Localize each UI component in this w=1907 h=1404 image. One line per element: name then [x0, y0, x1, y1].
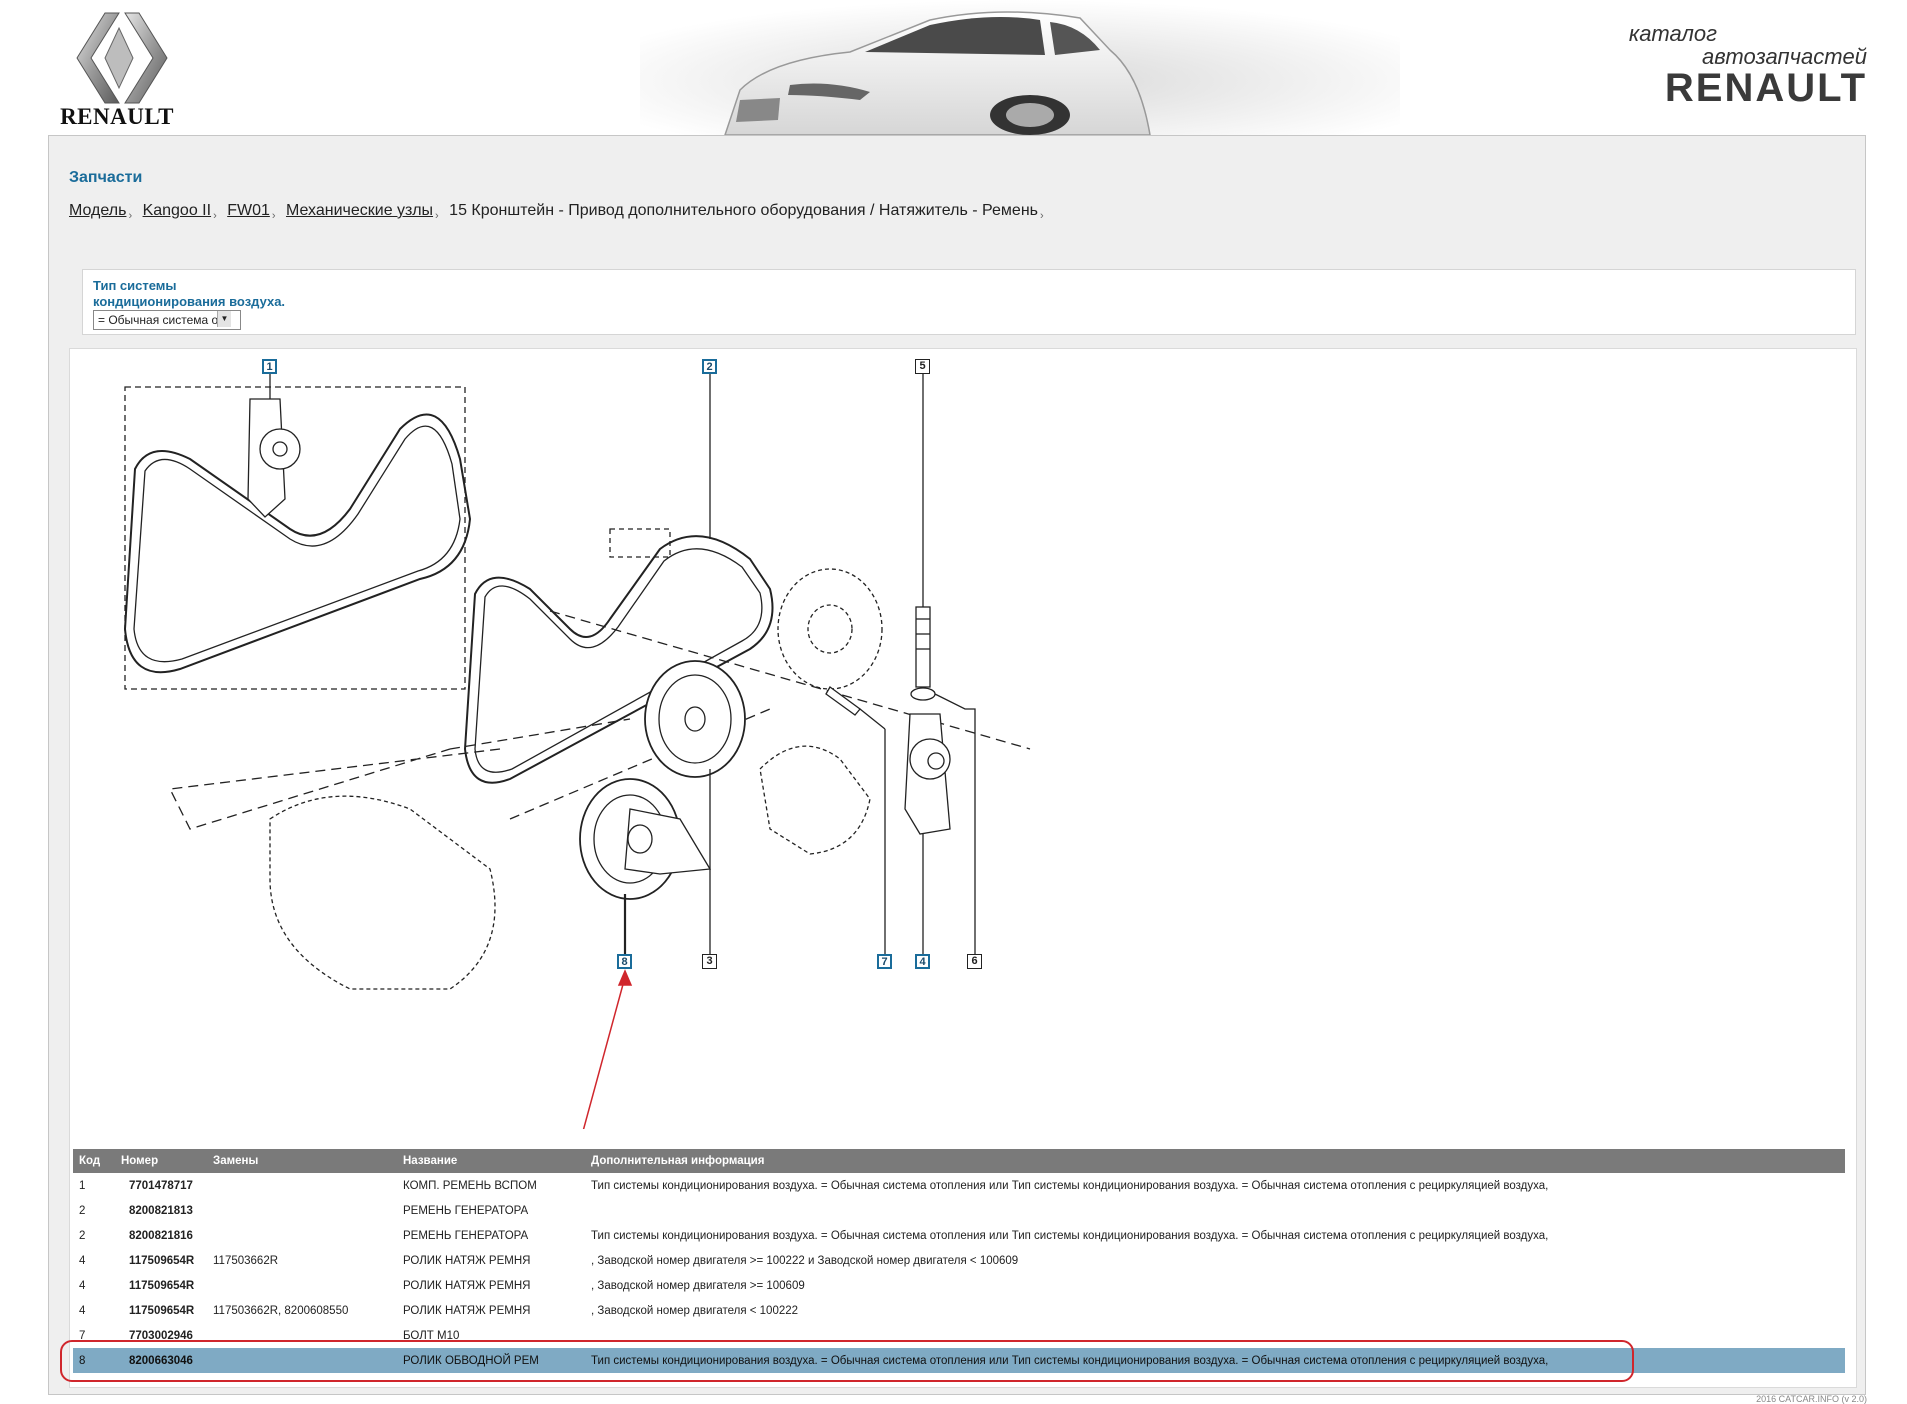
table-row[interactable]: 4 117509654R РОЛИК НАТЯЖ РЕМНЯ , Заводск… — [73, 1273, 1845, 1298]
main-panel: Запчасти Модель › Kangoo II › FW01 › Механи… — [48, 135, 1866, 1395]
breadcrumb-separator: › — [128, 210, 133, 222]
callout-3[interactable]: 3 — [702, 954, 717, 969]
cell-replacements[interactable]: 117503662R — [207, 1248, 397, 1273]
header-name[interactable]: Название — [397, 1149, 585, 1173]
footer-credit: 2016 CATCAR.INFO (v 2.0) — [1756, 1394, 1867, 1404]
breadcrumb-fw01[interactable]: FW01 — [227, 202, 270, 219]
table-row[interactable]: 2 8200821816 РЕМЕНЬ ГЕНЕРАТОРА Тип систе… — [73, 1223, 1845, 1248]
parts-diagram — [123, 367, 1031, 1129]
cell-number[interactable]: 7701478717 — [115, 1173, 207, 1198]
callout-2[interactable]: 2 — [702, 359, 717, 374]
cell-info: , Заводской номер двигателя >= 100222 и … — [591, 1254, 1019, 1267]
cell-code: 7 — [79, 1329, 86, 1342]
cell-name: РОЛИК НАТЯЖ РЕМНЯ — [403, 1279, 531, 1292]
cell-name: РОЛИК НАТЯЖ РЕМНЯ — [403, 1254, 531, 1267]
cell-number[interactable]: 117509654R — [115, 1273, 207, 1298]
breadcrumb-model[interactable]: Модель — [69, 202, 126, 219]
breadcrumb-kangoo[interactable]: Kangoo II — [143, 202, 212, 219]
cell-replacements[interactable]: 117503662R, 8200608550 — [207, 1298, 397, 1323]
filter-label-line1: Тип системы — [93, 278, 177, 293]
table-row[interactable]: 7 7703002946 БОЛТ M10 — [73, 1323, 1845, 1348]
catalog-line1: каталог — [1628, 21, 1717, 46]
cell-replacements — [207, 1223, 397, 1248]
table-header-row: Код Номер Замены Название Дополнительная… — [73, 1149, 1845, 1173]
catalog-title: каталог автозапчастей RENAULT — [1628, 21, 1867, 110]
cell-replacements — [207, 1273, 397, 1298]
cell-code: 1 — [79, 1179, 86, 1192]
table-row[interactable]: 4 117509654R 117503662R, 8200608550 РОЛИ… — [73, 1298, 1845, 1323]
breadcrumb-current: 15 Кронштейн - Привод дополнительного об… — [449, 202, 1038, 219]
catalog-line2: автозапчастей — [1701, 44, 1867, 69]
table-row[interactable]: 2 8200821813 РЕМЕНЬ ГЕНЕРАТОРА — [73, 1198, 1845, 1223]
cell-name: РЕМЕНЬ ГЕНЕРАТОРА — [403, 1229, 529, 1242]
content-panel: 1 2 5 8 3 7 4 6 Код Номер Замены Названи… — [69, 348, 1857, 1388]
parts-table: Код Номер Замены Название Дополнительная… — [73, 1149, 1845, 1373]
cell-replacements — [207, 1173, 397, 1198]
section-title: Запчасти — [69, 169, 143, 186]
cell-replacements — [207, 1348, 397, 1373]
filter-label: Тип системы кондиционирования воздуха. — [93, 278, 353, 310]
header: RENAULT каталог автозапчастей RENAULT — [0, 0, 1907, 135]
table-row[interactable]: 4 117509654R 117503662R РОЛИК НАТЯЖ РЕМН… — [73, 1248, 1845, 1273]
cell-number[interactable]: 8200663046 — [115, 1348, 207, 1373]
callout-4[interactable]: 4 — [915, 954, 930, 969]
cell-info: Тип системы кондиционирования воздуха. =… — [591, 1229, 1549, 1242]
callout-6[interactable]: 6 — [967, 954, 982, 969]
cell-code: 4 — [79, 1304, 86, 1317]
cell-code: 4 — [79, 1254, 86, 1267]
callout-7[interactable]: 7 — [877, 954, 892, 969]
cell-replacements — [207, 1323, 397, 1348]
cell-code: 2 — [79, 1204, 86, 1217]
callout-1[interactable]: 1 — [262, 359, 277, 374]
cell-info — [585, 1198, 1845, 1223]
cell-code: 2 — [79, 1229, 86, 1242]
cell-code: 4 — [79, 1279, 86, 1292]
cell-name: РОЛИК НАТЯЖ РЕМНЯ — [403, 1304, 531, 1317]
cell-number[interactable]: 8200821816 — [115, 1223, 207, 1248]
cell-name: КОМП. РЕМЕНЬ ВСПОМ — [403, 1179, 537, 1192]
filter-label-line2: кондиционирования воздуха. — [93, 294, 286, 309]
header-code[interactable]: Код — [73, 1149, 115, 1173]
breadcrumb-separator: › — [435, 210, 439, 222]
breadcrumb-separator: › — [1039, 210, 1044, 222]
cell-number[interactable]: 7703002946 — [115, 1323, 207, 1348]
cell-number[interactable]: 117509654R — [115, 1298, 207, 1323]
breadcrumb-separator: › — [213, 210, 217, 222]
filter-panel: Тип системы кондиционирования воздуха. =… — [82, 269, 1856, 335]
table-row-selected[interactable]: 8 8200663046 РОЛИК ОБВОДНОЙ РЕМ Тип сист… — [73, 1348, 1845, 1373]
header-number[interactable]: Номер — [115, 1149, 207, 1173]
cell-info — [585, 1323, 1845, 1348]
chevron-down-icon[interactable]: ▼ — [217, 311, 231, 327]
car-banner-image — [640, 0, 1400, 135]
cell-info: Тип системы кондиционирования воздуха. =… — [585, 1348, 1845, 1373]
cell-code: 8 — [73, 1348, 115, 1373]
cell-number[interactable]: 8200821813 — [115, 1198, 207, 1223]
callout-8[interactable]: 8 — [617, 954, 632, 969]
catalog-brand: RENAULT — [1664, 66, 1867, 110]
cell-number[interactable]: 117509654R — [115, 1248, 207, 1273]
cell-name: РОЛИК ОБВОДНОЙ РЕМ — [397, 1348, 585, 1373]
breadcrumb-mechanical[interactable]: Механические узлы — [286, 202, 433, 219]
cell-info: , Заводской номер двигателя < 100222 — [591, 1304, 799, 1317]
header-replacements[interactable]: Замены — [207, 1149, 397, 1173]
cell-name: БОЛТ M10 — [403, 1329, 460, 1342]
cell-info: , Заводской номер двигателя >= 100609 — [591, 1279, 805, 1292]
cell-name: РЕМЕНЬ ГЕНЕРАТОРА — [403, 1204, 529, 1217]
header-info[interactable]: Дополнительная информация — [585, 1149, 1845, 1173]
cell-replacements — [207, 1198, 397, 1223]
cell-info: Тип системы кондиционирования воздуха. =… — [591, 1179, 1549, 1192]
renault-logo-text: RENAULT — [60, 104, 174, 129]
table-row[interactable]: 1 7701478717 КОМП. РЕМЕНЬ ВСПОМ Тип сист… — [73, 1173, 1845, 1198]
breadcrumb-separator: › — [271, 210, 276, 222]
callout-5[interactable]: 5 — [915, 359, 930, 374]
breadcrumb: Модель › Kangoo II › FW01 › Механические уз… — [69, 202, 1050, 222]
